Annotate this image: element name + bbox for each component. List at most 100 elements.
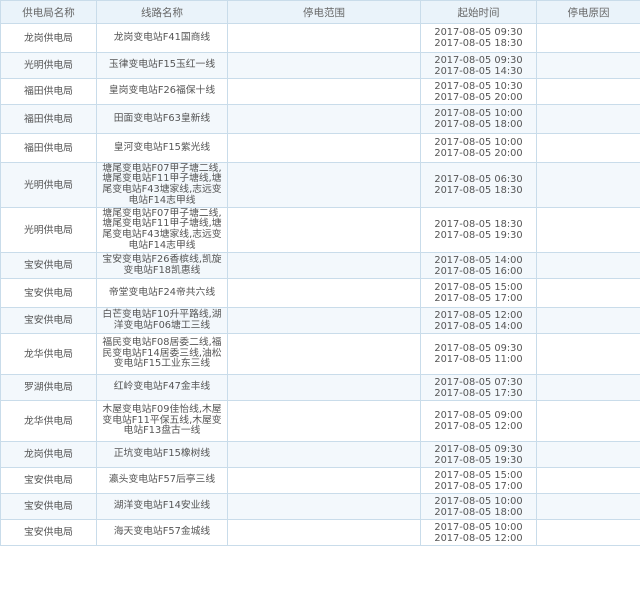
cell-time: 2017-08-05 15:00 2017-08-05 17:00 <box>420 467 537 494</box>
end-time: 2017-08-05 19:30 <box>434 230 523 241</box>
cell-reason <box>536 162 640 208</box>
cell-range <box>227 207 421 253</box>
cell-bureau: 光明供电局 <box>0 162 97 208</box>
table-row: 龙华供电局 木屋变电站F09佳怡线,木屋变电站F11平保五线,木屋变电站F13盘古… <box>0 400 640 442</box>
cell-bureau: 福田供电局 <box>0 78 97 105</box>
table-row: 宝安供电局 瀛头变电站F57后亭三线 2017-08-05 15:00 2017-08… <box>0 467 640 494</box>
cell-bureau: 宝安供电局 <box>0 307 97 334</box>
start-time: 2017-08-05 15:00 <box>434 469 523 481</box>
cell-reason <box>536 23 640 53</box>
cell-reason <box>536 78 640 105</box>
end-time: 2017-08-05 17:00 <box>434 480 523 492</box>
end-time: 2017-08-05 18:00 <box>434 119 523 130</box>
cell-bureau: 宝安供电局 <box>0 519 97 546</box>
outage-table: 供电局名称 线路名称 停电范围 起始时间 停电原因 龙岗供电局 龙岗变电站F41国… <box>0 0 640 546</box>
cell-reason <box>536 400 640 442</box>
table-row: 光明供电局 玉律变电站F15玉红一线 2017-08-05 09:30 2017-08… <box>0 52 640 79</box>
cell-line: 瀛头变电站F57后亭三线 <box>96 467 228 494</box>
cell-range <box>227 104 421 134</box>
cell-time: 2017-08-05 09:30 2017-08-05 18:30 <box>420 23 537 53</box>
start-time: 2017-08-05 10:00 <box>434 137 523 148</box>
cell-time: 2017-08-05 10:00 2017-08-05 18:00 <box>420 104 537 134</box>
cell-line: 帝堂变电站F24帝共六线 <box>96 278 228 308</box>
end-time: 2017-08-05 19:30 <box>434 454 523 466</box>
cell-time: 2017-08-05 10:00 2017-08-05 18:00 <box>420 493 537 520</box>
end-time: 2017-08-05 20:00 <box>434 148 523 159</box>
cell-bureau: 宝安供电局 <box>0 493 97 520</box>
cell-range <box>227 307 421 334</box>
cell-line: 湖洋变电站F14安业线 <box>96 493 228 520</box>
cell-reason <box>536 441 640 468</box>
end-time: 2017-08-05 11:00 <box>434 354 523 365</box>
start-time: 2017-08-05 10:00 <box>434 108 523 119</box>
cell-bureau: 龙华供电局 <box>0 333 97 375</box>
cell-line: 红岭变电站F47金丰线 <box>96 374 228 401</box>
cell-bureau: 福田供电局 <box>0 133 97 163</box>
header-bureau: 供电局名称 <box>0 0 97 24</box>
cell-range <box>227 333 421 375</box>
cell-line: 塘尾变电站F07甲子塘二线,塘尾变电站F11甲子塘线,塘尾变电站F43塘家线,志… <box>96 162 228 208</box>
cell-range <box>227 252 421 279</box>
start-time: 2017-08-05 10:00 <box>434 495 523 507</box>
cell-time: 2017-08-05 06:30 2017-08-05 18:30 <box>420 162 537 208</box>
cell-bureau: 龙岗供电局 <box>0 23 97 53</box>
start-time: 2017-08-05 15:00 <box>434 282 523 293</box>
end-time: 2017-08-05 14:00 <box>434 320 523 332</box>
start-time: 2017-08-05 14:00 <box>434 254 523 266</box>
end-time: 2017-08-05 17:30 <box>434 387 523 399</box>
start-time: 2017-08-05 09:30 <box>434 443 523 455</box>
end-time: 2017-08-05 17:00 <box>434 293 523 304</box>
table-row: 宝安供电局 湖洋变电站F14安业线 2017-08-05 10:00 2017-08-… <box>0 493 640 520</box>
end-time: 2017-08-05 18:00 <box>434 506 523 518</box>
cell-reason <box>536 493 640 520</box>
end-time: 2017-08-05 14:30 <box>434 65 523 77</box>
cell-line: 塘尾变电站F07甲子塘二线,塘尾变电站F11甲子塘线,塘尾变电站F43塘家线,志… <box>96 207 228 253</box>
cell-time: 2017-08-05 09:30 2017-08-05 19:30 <box>420 441 537 468</box>
cell-time: 2017-08-05 09:30 2017-08-05 14:30 <box>420 52 537 79</box>
header-range: 停电范围 <box>227 0 421 24</box>
cell-reason <box>536 52 640 79</box>
table-row: 罗湖供电局 红岭变电站F47金丰线 2017-08-05 07:30 2017-08-… <box>0 374 640 401</box>
cell-line: 正坑变电站F15橡树线 <box>96 441 228 468</box>
cell-bureau: 宝安供电局 <box>0 252 97 279</box>
cell-range <box>227 400 421 442</box>
cell-bureau: 龙岗供电局 <box>0 441 97 468</box>
cell-line: 海天变电站F57金城线 <box>96 519 228 546</box>
cell-line: 龙岗变电站F41国商线 <box>96 23 228 53</box>
cell-range <box>227 52 421 79</box>
start-time: 2017-08-05 09:30 <box>434 343 523 354</box>
cell-range <box>227 493 421 520</box>
table-row: 龙岗供电局 龙岗变电站F41国商线 2017-08-05 09:30 2017-08-… <box>0 23 640 53</box>
table-row: 光明供电局 塘尾变电站F07甲子塘二线,塘尾变电站F11甲子塘线,塘尾变电站F43… <box>0 162 640 208</box>
cell-range <box>227 162 421 208</box>
cell-line: 皇河变电站F15紫光线 <box>96 133 228 163</box>
cell-range <box>227 519 421 546</box>
start-time: 2017-08-05 06:30 <box>434 174 523 185</box>
cell-bureau: 宝安供电局 <box>0 467 97 494</box>
cell-time: 2017-08-05 09:30 2017-08-05 11:00 <box>420 333 537 375</box>
table-row: 福田供电局 皇岗变电站F26福保十线 2017-08-05 10:30 2017-08… <box>0 78 640 105</box>
cell-line: 白芒变电站F10升平路线,湖洋变电站F06塘工三线 <box>96 307 228 334</box>
table-row: 宝安供电局 海天变电站F57金城线 2017-08-05 10:00 2017-08-… <box>0 519 640 546</box>
header-time: 起始时间 <box>420 0 537 24</box>
cell-time: 2017-08-05 10:30 2017-08-05 20:00 <box>420 78 537 105</box>
start-time: 2017-08-05 07:30 <box>434 376 523 388</box>
cell-reason <box>536 374 640 401</box>
cell-bureau: 宝安供电局 <box>0 278 97 308</box>
cell-reason <box>536 278 640 308</box>
cell-line: 皇岗变电站F26福保十线 <box>96 78 228 105</box>
cell-bureau: 罗湖供电局 <box>0 374 97 401</box>
cell-time: 2017-08-05 15:00 2017-08-05 17:00 <box>420 278 537 308</box>
start-time: 2017-08-05 10:00 <box>434 521 523 533</box>
cell-reason <box>536 307 640 334</box>
cell-time: 2017-08-05 10:00 2017-08-05 20:00 <box>420 133 537 163</box>
table-row: 宝安供电局 宝安变电站F26香槟线,凯旋变电站F18凯惠线 2017-08-05 1… <box>0 252 640 279</box>
cell-range <box>227 441 421 468</box>
start-time: 2017-08-05 09:00 <box>434 410 523 421</box>
table-row: 龙华供电局 福民变电站F08居委二线,福民变电站F14居委三线,油松变电站F15工… <box>0 333 640 375</box>
cell-bureau: 龙华供电局 <box>0 400 97 442</box>
cell-line: 宝安变电站F26香槟线,凯旋变电站F18凯惠线 <box>96 252 228 279</box>
cell-line: 田面变电站F63皇新线 <box>96 104 228 134</box>
cell-bureau: 光明供电局 <box>0 52 97 79</box>
cell-time: 2017-08-05 07:30 2017-08-05 17:30 <box>420 374 537 401</box>
